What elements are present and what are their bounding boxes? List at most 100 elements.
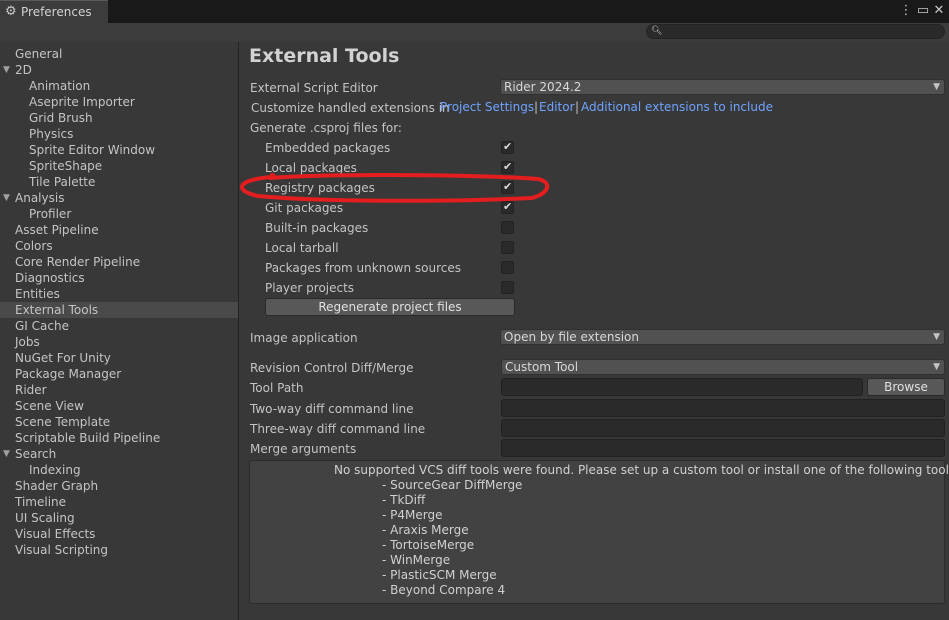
link-separator: | — [575, 100, 580, 114]
sidebar-item-asset-pipeline[interactable]: Asset Pipeline — [0, 222, 238, 238]
csproj-option-checkbox[interactable] — [501, 281, 514, 294]
sidebar-item-scene-template[interactable]: Scene Template — [0, 414, 238, 430]
sidebar-item-label: Grid Brush — [29, 111, 93, 125]
sidebar-item-general[interactable]: General — [0, 46, 238, 62]
sidebar-item-core-render-pipeline[interactable]: Core Render Pipeline — [0, 254, 238, 270]
sidebar-item-search[interactable]: ▼ Search — [0, 446, 238, 462]
sidebar-item-scriptable-build-pipeline[interactable]: Scriptable Build Pipeline — [0, 430, 238, 446]
expand-triangle-icon[interactable]: ▼ — [3, 446, 10, 462]
sidebar-item-package-manager[interactable]: Package Manager — [0, 366, 238, 382]
sidebar-item-label: Core Render Pipeline — [15, 255, 141, 269]
two-way-diff-label: Two-way diff command line — [250, 402, 414, 416]
two-way-diff-field[interactable] — [501, 399, 945, 417]
search-input[interactable] — [665, 25, 935, 38]
csproj-option-label: Built-in packages — [265, 221, 369, 235]
sidebar-item-label: SpriteShape — [29, 159, 103, 173]
sidebar-item-profiler[interactable]: Profiler — [0, 206, 238, 222]
maximize-icon[interactable]: ▭ — [915, 3, 931, 19]
external-script-editor-dropdown[interactable]: Rider 2024.2 ▼ — [500, 79, 945, 95]
sidebar-item-label: External Tools — [15, 303, 99, 317]
revision-control-value: Custom Tool — [505, 360, 579, 374]
regenerate-project-files-button[interactable]: Regenerate project files — [265, 298, 515, 316]
revision-control-label: Revision Control Diff/Merge — [250, 361, 414, 375]
sidebar-item-jobs[interactable]: Jobs — [0, 334, 238, 350]
image-application-label: Image application — [250, 331, 358, 345]
vcs-tool-item: - PlasticSCM Merge — [382, 568, 497, 582]
sidebar-item-label: Physics — [29, 127, 74, 141]
gear-icon: ⚙ — [5, 4, 17, 19]
sidebar-item-label: Diagnostics — [15, 271, 85, 285]
csproj-option-label: Embedded packages — [265, 141, 391, 155]
sidebar-item-colors[interactable]: Colors — [0, 238, 238, 254]
csproj-heading: Generate .csproj files for: — [250, 121, 402, 135]
sidebar-item-nuget-for-unity[interactable]: NuGet For Unity — [0, 350, 238, 366]
sidebar-item-label: Rider — [15, 383, 47, 397]
sidebar-item-external-tools[interactable]: External Tools — [0, 302, 238, 318]
sidebar-item-ui-scaling[interactable]: UI Scaling — [0, 510, 238, 526]
checkmark-icon: ✔ — [503, 140, 513, 153]
expand-triangle-icon[interactable]: ▼ — [3, 190, 10, 206]
external-script-editor-value: Rider 2024.2 — [504, 80, 582, 94]
sidebar-item-2d[interactable]: ▼ 2D — [0, 62, 238, 78]
link-separator: | — [534, 100, 539, 114]
sidebar-item-grid-brush[interactable]: Grid Brush — [0, 110, 238, 126]
additional-extensions-link[interactable]: Additional extensions to include — [581, 99, 773, 115]
expand-triangle-icon[interactable]: ▼ — [3, 62, 10, 78]
vcs-tool-item: - Beyond Compare 4 — [382, 583, 506, 597]
three-way-diff-label: Three-way diff command line — [250, 422, 426, 436]
sidebar-item-physics[interactable]: Physics — [0, 126, 238, 142]
merge-arguments-field[interactable] — [501, 439, 945, 457]
extensions-prefix: Customize handled extensions in — [251, 101, 450, 115]
sidebar-item-shader-graph[interactable]: Shader Graph — [0, 478, 238, 494]
sidebar-item-label: Aseprite Importer — [29, 95, 135, 109]
chevron-down-icon: ▼ — [933, 332, 940, 342]
sidebar-item-entities[interactable]: Entities — [0, 286, 238, 302]
external-script-editor-label: External Script Editor — [250, 81, 378, 95]
csproj-option-checkbox[interactable] — [501, 241, 514, 254]
sidebar-item-label: GI Cache — [15, 319, 69, 333]
browse-button[interactable]: Browse — [867, 378, 945, 396]
csproj-option-label: Packages from unknown sources — [265, 261, 461, 275]
sidebar-item-label: Visual Scripting — [15, 543, 108, 557]
image-application-dropdown[interactable]: Open by file extension ▼ — [500, 329, 945, 345]
sidebar-item-scene-view[interactable]: Scene View — [0, 398, 238, 414]
vcs-tool-item: - Araxis Merge — [382, 523, 469, 537]
close-icon[interactable]: ✕ — [931, 3, 947, 19]
vcs-tool-item: - WinMerge — [382, 553, 451, 567]
sidebar-item-diagnostics[interactable]: Diagnostics — [0, 270, 238, 286]
editor-link[interactable]: Editor — [539, 99, 575, 115]
vcs-help-box — [249, 460, 945, 604]
sidebar-item-animation[interactable]: Animation — [0, 78, 238, 94]
sidebar-item-sprite-editor-window[interactable]: Sprite Editor Window — [0, 142, 238, 158]
sidebar-item-aseprite-importer[interactable]: Aseprite Importer — [0, 94, 238, 110]
sidebar-item-gi-cache[interactable]: GI Cache — [0, 318, 238, 334]
csproj-option-checkbox[interactable]: ✔ — [501, 140, 514, 154]
sidebar-item-visual-effects[interactable]: Visual Effects — [0, 526, 238, 542]
more-icon[interactable]: ⋮ — [898, 3, 914, 19]
sidebar-item-tile-palette[interactable]: Tile Palette — [0, 174, 238, 190]
sidebar-item-indexing[interactable]: Indexing — [0, 462, 238, 478]
project-settings-link[interactable]: Project Settings — [440, 99, 534, 115]
merge-arguments-label: Merge arguments — [250, 442, 357, 456]
sidebar-item-label: Profiler — [29, 207, 72, 221]
three-way-diff-field[interactable] — [501, 419, 945, 437]
sidebar-item-label: Package Manager — [15, 367, 122, 381]
sidebar-item-label: 2D — [15, 63, 32, 77]
window-tab-bar — [0, 0, 949, 23]
vcs-help-message: No supported VCS diff tools were found. … — [334, 463, 949, 477]
sidebar-item-analysis[interactable]: ▼ Analysis — [0, 190, 238, 206]
vcs-tool-item: - TortoiseMerge — [382, 538, 475, 552]
tab-title: Preferences — [21, 5, 92, 19]
sidebar-item-rider[interactable]: Rider — [0, 382, 238, 398]
sidebar-item-timeline[interactable]: Timeline — [0, 494, 238, 510]
tool-path-field[interactable] — [501, 378, 863, 396]
revision-control-dropdown[interactable]: Custom Tool ▼ — [501, 359, 945, 375]
csproj-option-checkbox[interactable] — [501, 221, 514, 234]
preferences-tab[interactable]: ⚙ Preferences — [0, 0, 108, 24]
sidebar-item-spriteshape[interactable]: SpriteShape — [0, 158, 238, 174]
tool-path-label: Tool Path — [250, 381, 304, 395]
csproj-option-checkbox[interactable] — [501, 261, 514, 274]
sidebar-item-label: Search — [15, 447, 57, 461]
sidebar-item-label: Scene View — [15, 399, 84, 413]
sidebar-item-visual-scripting[interactable]: Visual Scripting — [0, 542, 238, 558]
